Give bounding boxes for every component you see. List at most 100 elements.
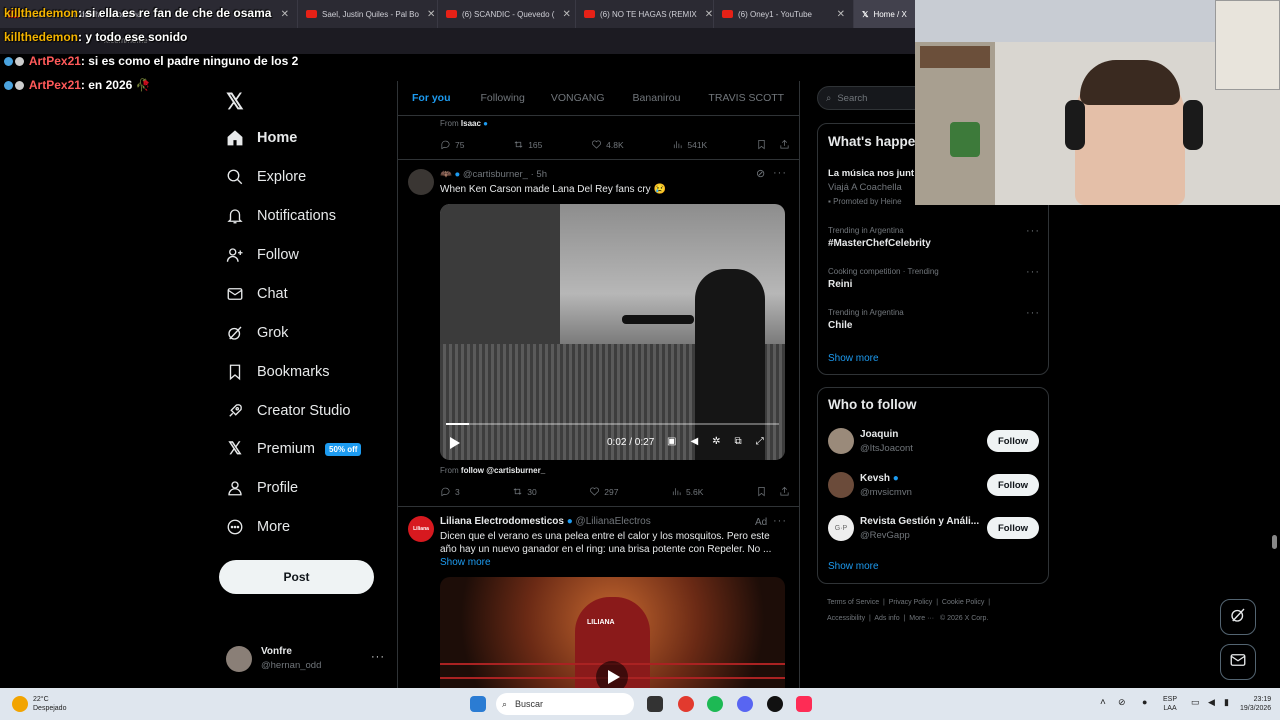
from-name[interactable]: follow @cartisburner_ xyxy=(461,466,545,475)
nav-premium[interactable]: 𝕏 Premium 50% off xyxy=(226,439,362,458)
more-icon[interactable]: ··· xyxy=(773,167,787,179)
footer-link[interactable]: More ··· xyxy=(909,615,934,622)
network-off-icon[interactable]: ⊘ xyxy=(1118,698,1126,707)
footer-link[interactable]: Ads info xyxy=(874,615,899,622)
share-icon[interactable] xyxy=(779,139,790,150)
close-icon[interactable]: ✕ xyxy=(273,9,289,20)
grok-icon[interactable]: ⊘ xyxy=(756,167,765,180)
advertiser-avatar[interactable]: Liliana xyxy=(408,516,434,542)
close-icon[interactable]: ✕ xyxy=(697,9,713,20)
footer-link[interactable]: Privacy Policy xyxy=(889,599,933,606)
bookmark-icon[interactable] xyxy=(756,486,767,497)
video-progress-track[interactable] xyxy=(446,423,779,425)
tray-chevron-icon[interactable]: ˄ xyxy=(1100,698,1106,708)
trend-name[interactable]: #MasterChefCelebrity xyxy=(828,238,931,249)
taskbar-search[interactable]: ⌕ Buscar xyxy=(496,693,634,715)
nav-bookmarks[interactable]: Bookmarks xyxy=(226,363,330,381)
more-icon[interactable]: ··· xyxy=(773,515,787,527)
nav-profile[interactable]: Profile xyxy=(226,479,298,497)
like-button[interactable]: 4.8K xyxy=(591,139,624,150)
bookmark-icon[interactable] xyxy=(756,139,767,150)
nav-notifications[interactable]: Notifications xyxy=(226,207,336,225)
nav-explore[interactable]: Explore xyxy=(226,168,306,186)
nav-follow[interactable]: Follow xyxy=(226,246,299,264)
follow-button[interactable]: Follow xyxy=(987,430,1039,452)
close-icon[interactable]: ✕ xyxy=(554,9,570,20)
pip-icon[interactable]: ⧉ xyxy=(735,436,756,447)
user-name[interactable]: Joaquin xyxy=(860,429,898,440)
share-icon[interactable] xyxy=(779,486,790,497)
nav-chat[interactable]: Chat xyxy=(226,285,288,303)
user-name-row[interactable]: Kevsh ● xyxy=(860,473,899,484)
messages-button[interactable] xyxy=(1220,644,1256,680)
reply-button[interactable]: 3 xyxy=(440,486,460,497)
avatar[interactable] xyxy=(408,169,434,195)
volume-icon[interactable]: ◀ xyxy=(690,436,712,447)
show-more-link[interactable]: Show more xyxy=(828,353,879,364)
language-switcher[interactable]: ESP LAA xyxy=(1163,695,1177,713)
show-more-link[interactable]: Show more xyxy=(828,561,879,572)
weather-widget[interactable]: 22°C Despejado xyxy=(33,695,66,713)
close-icon[interactable]: ✕ xyxy=(419,9,435,20)
author-handle[interactable]: @cartisburner_ xyxy=(463,169,528,180)
more-icon[interactable]: ··· xyxy=(1026,307,1040,319)
post-time[interactable]: · 5h xyxy=(531,169,547,180)
footer-link[interactable]: Terms of Service xyxy=(827,599,879,606)
trend-name[interactable]: Chile xyxy=(828,320,852,331)
scrollbar-thumb[interactable] xyxy=(1272,535,1277,549)
browser-tab[interactable]: (6) SCANDIC - Quevedo ( ✕ xyxy=(438,0,576,28)
nav-grok[interactable]: Grok xyxy=(226,324,288,342)
clock[interactable]: 23:19 19/3/2026 xyxy=(1240,695,1271,713)
tab-following[interactable]: Following xyxy=(465,92,539,104)
search-input[interactable]: ⌕ Search xyxy=(817,86,927,110)
like-button[interactable]: 297 xyxy=(589,486,618,497)
tab-vongang[interactable]: VONGANG xyxy=(539,92,619,104)
post-button[interactable]: Post xyxy=(219,560,374,594)
discord-icon[interactable] xyxy=(737,696,753,712)
avatar[interactable] xyxy=(828,472,854,498)
obs-icon[interactable] xyxy=(767,696,783,712)
tiktok-icon[interactable] xyxy=(796,696,812,712)
repost-button[interactable]: 30 xyxy=(512,486,537,497)
more-icon[interactable]: ··· xyxy=(371,651,385,663)
promo-title[interactable]: La música nos junt xyxy=(828,168,914,179)
footer-link[interactable]: Accessibility xyxy=(827,615,865,622)
x-logo-icon[interactable]: 𝕏 xyxy=(226,89,244,115)
nav-home[interactable]: Home xyxy=(226,129,297,147)
user-name[interactable]: Revista Gestión y Análi... xyxy=(860,516,980,527)
reply-button[interactable]: 75 xyxy=(440,139,464,150)
repost-button[interactable]: 165 xyxy=(513,139,542,150)
fullscreen-icon[interactable]: ⤢ xyxy=(756,436,778,447)
grok-button[interactable] xyxy=(1220,599,1256,635)
more-icon[interactable]: ··· xyxy=(1026,225,1040,237)
chrome-icon[interactable] xyxy=(678,696,694,712)
author-name[interactable]: Liliana Electrodomesticos xyxy=(440,516,564,527)
follow-button[interactable]: Follow xyxy=(987,517,1039,539)
account-switcher[interactable]: Vonfre @hernan_odd ··· xyxy=(226,645,388,673)
show-more-link[interactable]: Show more xyxy=(440,557,491,568)
browser-tab[interactable]: (6) NO TE HAGAS (REMIX ✕ xyxy=(576,0,714,28)
weather-icon[interactable] xyxy=(12,696,28,712)
file-explorer-icon[interactable] xyxy=(647,696,663,712)
nav-more[interactable]: More xyxy=(226,518,290,536)
volume-icon[interactable]: ◀ xyxy=(1208,698,1215,707)
trend-name[interactable]: Reini xyxy=(828,279,852,290)
browser-tab[interactable]: Sael, Justin Quiles - Pal Bo ✕ xyxy=(298,0,438,28)
avatar[interactable] xyxy=(828,428,854,454)
windows-start-icon[interactable] xyxy=(470,696,486,712)
play-icon[interactable] xyxy=(450,437,460,449)
follow-button[interactable]: Follow xyxy=(987,474,1039,496)
tab-travis-scott[interactable]: TRAVIS SCOTT xyxy=(694,92,798,104)
views-button[interactable]: 5.6K xyxy=(671,486,703,497)
video-player[interactable]: 0:02 / 0:27 ▣◀✲⧉⤢ xyxy=(440,204,785,460)
spotify-icon[interactable] xyxy=(707,696,723,712)
from-name[interactable]: Isaac xyxy=(461,119,481,128)
display-icon[interactable]: ▭ xyxy=(1191,698,1200,707)
close-icon[interactable]: ✕ xyxy=(829,9,845,20)
views-button[interactable]: 541K xyxy=(672,139,707,150)
ad-video[interactable]: LILIANA xyxy=(440,577,785,688)
captions-icon[interactable]: ▣ xyxy=(667,436,690,447)
battery-icon[interactable]: ▮ xyxy=(1224,698,1229,707)
tab-bananirou[interactable]: Bananirou xyxy=(619,92,695,104)
browser-tab-active[interactable]: 𝕏 Home / X xyxy=(854,0,924,28)
